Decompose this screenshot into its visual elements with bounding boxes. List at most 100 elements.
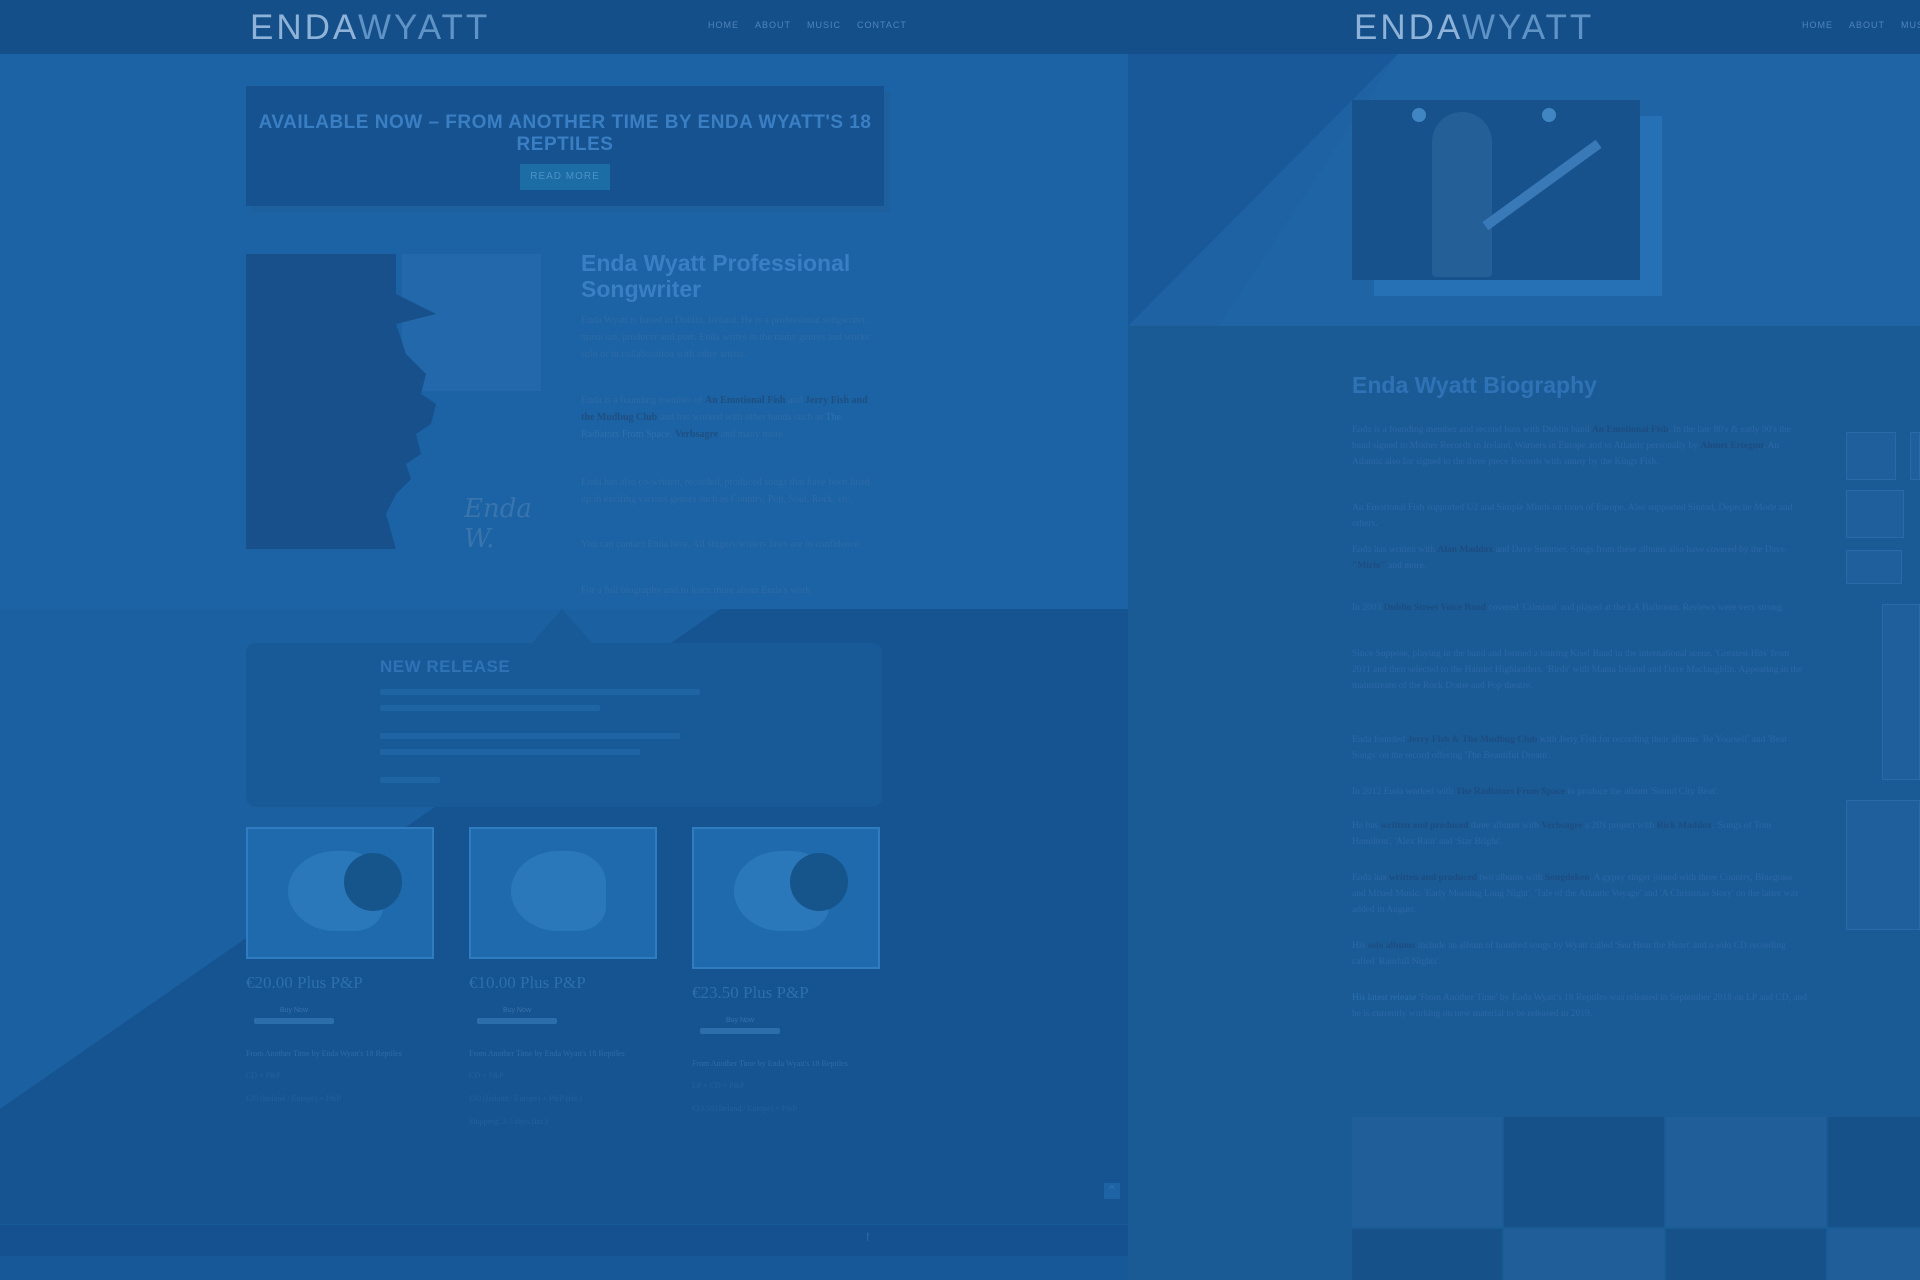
album-thumbnail[interactable] [1846, 550, 1902, 584]
collage-photo[interactable] [1828, 1117, 1920, 1227]
name-ahmet-ertegun: Ahmet Ertegun [1700, 441, 1764, 452]
collage-photo[interactable] [1352, 1229, 1502, 1280]
text-span: In 2003 [1352, 603, 1384, 613]
nav-contact[interactable]: CONTACT [857, 20, 907, 30]
text-span: and [785, 395, 805, 406]
buy-now-label: Buy Now [502, 1007, 531, 1014]
emphasis-written-produced: written and produced [1388, 873, 1477, 883]
bio-paragraph-7: In 2012 Enda worked with The Radiators F… [1352, 784, 1807, 800]
performer-figure [1432, 112, 1492, 277]
about-title: Enda Wyatt Professional Songwriter [581, 250, 851, 303]
buy-now-label: Buy Now [725, 1017, 754, 1024]
text-span: and has worked with other bands such as [657, 412, 826, 423]
scroll-to-top-button[interactable]: ^ [1104, 1183, 1120, 1199]
collage-photo[interactable] [1828, 1229, 1920, 1280]
payment-cards-strip [700, 1028, 780, 1034]
logo-part-wyatt: WYATT [1461, 8, 1595, 47]
signature: Enda W. [464, 494, 532, 549]
bio-paragraph-8: He has written and produced three albums… [1352, 818, 1807, 850]
band-songdeken: Songdeken [1545, 873, 1590, 883]
band-verbsagre: Verbsagre [1541, 821, 1583, 831]
album-poster[interactable] [1882, 604, 1920, 780]
band-dublin-street-voice: Dublin Street Voice Band [1383, 603, 1487, 613]
payment-cards-strip [477, 1018, 557, 1024]
buy-now-button[interactable]: Buy Now [254, 1007, 334, 1037]
product-price: €23.50 Plus P&P [692, 983, 809, 1002]
album-cover-image[interactable] [246, 827, 434, 959]
album-cover-image[interactable] [692, 827, 880, 969]
album-thumbnail[interactable] [1846, 432, 1896, 480]
about-paragraph-3: Enda has also co-written, recorded, prod… [581, 477, 870, 505]
text-span: and many more. [718, 429, 786, 440]
text-span: covered 'Criminal' and played at the LA … [1486, 603, 1785, 613]
album-thumbnail[interactable] [1846, 490, 1904, 538]
vinyl-disc-graphic [344, 853, 402, 911]
nav-about[interactable]: ABOUT [1849, 20, 1885, 30]
bio-paragraph-4: In 2003 Dublin Street Voice Band covered… [1352, 600, 1807, 616]
facebook-icon[interactable]: f [866, 1230, 869, 1244]
release-text-line [380, 689, 700, 695]
text-span: and Dave Summer. Songs from these albums… [1493, 545, 1785, 555]
stage-light [1542, 108, 1556, 122]
bio-paragraph-11: His latest release 'From Another Time' b… [1352, 990, 1807, 1022]
text-span: Enda has written with [1352, 545, 1438, 555]
site-logo[interactable]: ENDAWYATT [1354, 8, 1594, 48]
album-cover-image[interactable] [469, 827, 657, 959]
text-span: to produce the album 'Sound City Beat'. [1565, 787, 1719, 797]
top-navigation-bar: ENDAWYATT HOME ABOUT MUSIC [1128, 0, 1920, 54]
nav-home[interactable]: HOME [1802, 20, 1833, 30]
emphasis-solo-albums: solo albums [1367, 941, 1416, 951]
name-rick-maddox: Rick Maddox [1656, 821, 1712, 831]
text-span: In 2012 Enda worked with [1352, 787, 1456, 797]
collage-photo[interactable] [1504, 1229, 1664, 1280]
product-shipping: €23.50 (Ireland / Europe) + P&P [692, 1103, 797, 1113]
text-span: Enda founded [1352, 735, 1408, 745]
nav-home[interactable]: HOME [708, 20, 739, 30]
left-page: ENDAWYATT HOME ABOUT MUSIC CONTACT AVAIL… [0, 0, 1128, 1280]
nav-about[interactable]: ABOUT [755, 20, 791, 30]
emphasis-written-produced: written and produced [1380, 821, 1469, 831]
about-paragraph-5: For a full biography and to learn more a… [581, 585, 811, 596]
name-alan-maddox: Alan Maddox [1437, 545, 1494, 555]
release-text-line [380, 733, 680, 739]
text-span: 'From Another Time' by Enda Wyatt's 18 R… [1352, 993, 1807, 1020]
collage-photo[interactable] [1504, 1117, 1664, 1227]
logo-part-wyatt: WYATT [357, 8, 491, 47]
product-price: €20.00 Plus P&P [246, 973, 363, 992]
text-span: three albums with [1468, 821, 1542, 831]
bass-player-photo [1352, 100, 1640, 280]
release-text-line [380, 777, 440, 783]
bio-paragraph-10: His solo albums include an album of hund… [1352, 938, 1807, 970]
buy-now-button[interactable]: Buy Now [700, 1017, 780, 1047]
site-logo[interactable]: ENDAWYATT [250, 8, 490, 48]
text-span: two albums with [1476, 873, 1546, 883]
text-span: Enda is a founding member and second bas… [1352, 425, 1592, 435]
collage-photo[interactable] [1666, 1117, 1826, 1227]
enda-portrait-image: Enda W. [246, 254, 541, 549]
text-span: include an album of hundred songs by Wya… [1352, 941, 1786, 968]
band-photo[interactable] [1846, 800, 1920, 930]
collage-photo[interactable] [1666, 1229, 1826, 1280]
product-format: CD + P&P [469, 1070, 504, 1080]
band-an-emotional-fish: An Emotional Fish [1591, 425, 1669, 435]
product-shipping: €20 (Ireland / Europe) + P&P [246, 1093, 341, 1103]
read-more-button[interactable]: READ MORE [520, 164, 610, 190]
product-title[interactable]: From Another Time by Enda Wyatt's 18 Rep… [469, 1049, 657, 1059]
cover-wave-graphic [511, 851, 606, 931]
main-nav: HOME ABOUT MUSIC [1802, 20, 1920, 30]
product-title[interactable]: From Another Time by Enda Wyatt's 18 Rep… [246, 1049, 434, 1059]
bio-paragraph-9: Enda has written and produced two albums… [1352, 870, 1807, 918]
text-span: Enda has [1352, 873, 1389, 883]
nav-music[interactable]: MUSIC [807, 20, 841, 30]
buy-now-label: Buy Now [279, 1007, 308, 1014]
buy-now-button[interactable]: Buy Now [477, 1007, 557, 1037]
band-an-emotional-fish: An Emotional Fish [704, 395, 786, 406]
bass-guitar-graphic [1482, 139, 1602, 231]
product-card: €10.00 Plus P&P Buy Now From Another Tim… [469, 827, 657, 1126]
nav-music[interactable]: MUSIC [1901, 20, 1920, 30]
album-thumbnail[interactable] [1910, 432, 1920, 480]
product-title[interactable]: From Another Time by Enda Wyatt's 18 Rep… [692, 1059, 880, 1069]
text-span: a 2IN project with [1582, 821, 1657, 831]
latest-release-link[interactable]: His latest release [1352, 993, 1416, 1003]
collage-photo[interactable] [1352, 1117, 1502, 1227]
